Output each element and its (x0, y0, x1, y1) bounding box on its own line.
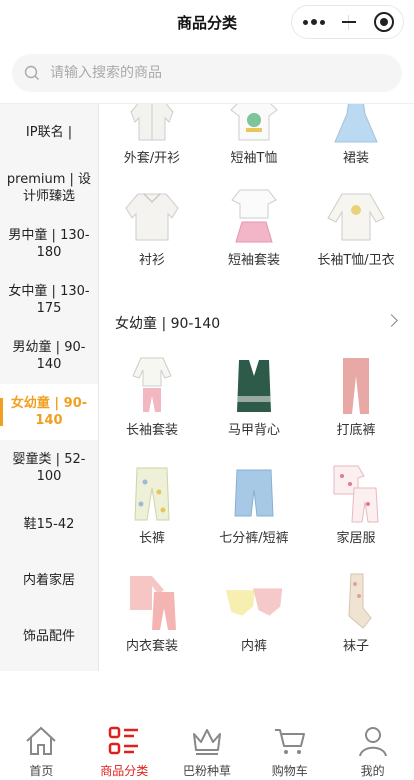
white-tshirt-icon (224, 104, 284, 144)
tab-community[interactable]: 巴粉种草 (166, 718, 249, 780)
subcategory-item[interactable]: 马甲背心 (203, 356, 305, 464)
subcategory-label: 七分裤/短裤 (219, 531, 289, 546)
subcategory-label: 短袖T恤 (230, 151, 278, 166)
subcategory-label: 长裤 (138, 531, 165, 546)
sidebar-item-premium[interactable]: premium | 设计师臻选 (0, 160, 98, 216)
search-input[interactable] (50, 65, 370, 81)
long-sleeve-set-icon (122, 356, 182, 416)
category-icon (107, 724, 141, 758)
category-content: 外套/开衫 短袖T恤 裙装 衬衫 短袖套装 长袖T恤/卫衣 女幼童 | 90-1… (99, 104, 414, 671)
subcategory-label: 内衣套装 (125, 639, 178, 654)
sidebar-item-label: 女幼童 | 90-140 (10, 396, 88, 428)
user-icon (356, 724, 390, 758)
tab-label: 首页 (29, 764, 54, 778)
subcategory-grid: 长袖套装 马甲背心 打底裤 长裤 七分裤/短裤 家居服 内衣套装 内裤 袜子 (99, 356, 414, 671)
tab-category[interactable]: 商品分类 (83, 718, 166, 780)
nav-header: 商品分类 (0, 0, 414, 46)
subcategory-item[interactable]: 衬衫 (101, 186, 203, 290)
green-vest-icon (224, 356, 284, 416)
sidebar-item-shoes[interactable]: 鞋15-42 (0, 496, 98, 552)
pink-leggings-icon (326, 356, 386, 416)
subcategory-item[interactable]: 七分裤/短裤 (203, 464, 305, 572)
sidebar-item-label: IP联名 | (25, 124, 73, 140)
tab-profile[interactable]: 我的 (331, 718, 414, 780)
sidebar-item-boys-young[interactable]: 男幼童 | 90-140 (0, 328, 98, 384)
category-sidebar: IP联名 | premium | 设计师臻选 男中童 | 130-180 女中童… (0, 104, 99, 671)
subcategory-label: 外套/开衫 (123, 151, 181, 166)
search-bar[interactable] (12, 54, 402, 92)
sidebar-item-ip[interactable]: IP联名 | (0, 104, 98, 160)
sidebar-item-label: 女中童 | 130-175 (8, 284, 90, 316)
sidebar-item-boys-mid[interactable]: 男中童 | 130-180 (0, 216, 98, 272)
sidebar-item-label: 饰品配件 (22, 628, 75, 644)
subcategory-label: 家居服 (336, 531, 376, 546)
white-sweatshirt-icon (326, 186, 386, 246)
crown-icon (190, 724, 224, 758)
subcategory-item[interactable]: 外套/开衫 (101, 104, 203, 186)
shirt-skirt-set-icon (224, 186, 284, 246)
subcategory-label: 长袖套装 (125, 423, 178, 438)
subcategory-label: 衬衫 (138, 253, 165, 268)
close-icon[interactable] (374, 12, 394, 32)
pajama-set-icon (326, 464, 386, 524)
subcategory-label: 内裤 (240, 639, 267, 654)
subcategory-item[interactable]: 长袖套装 (101, 356, 203, 464)
app-root: 商品分类 IP联名 | premium | 设计师臻选 男中童 | 130-18… (0, 0, 414, 780)
subcategory-label: 裙装 (342, 151, 369, 166)
beige-socks-icon (326, 572, 386, 632)
subcategory-grid: 外套/开衫 短袖T恤 裙装 衬衫 短袖套装 长袖T恤/卫衣 (99, 104, 414, 290)
subcategory-item[interactable]: 家居服 (305, 464, 407, 572)
sidebar-item-label: 内着家居 (22, 572, 75, 588)
subcategory-item[interactable]: 打底裤 (305, 356, 407, 464)
subcategory-label: 长袖T恤/卫衣 (317, 253, 395, 268)
bottom-tab-bar: 首页 商品分类 巴粉种草 购物车 我的 (0, 718, 414, 780)
subcategory-item[interactable]: 长裤 (101, 464, 203, 572)
yellow-briefs-icon (224, 572, 284, 632)
subcategory-item[interactable]: 裙装 (305, 104, 407, 186)
tab-home[interactable]: 首页 (0, 718, 83, 780)
chevron-right-icon (385, 314, 398, 327)
sidebar-item-underwear-home[interactable]: 内着家居 (0, 552, 98, 608)
subcategory-item[interactable]: 短袖套装 (203, 186, 305, 290)
subcategory-label: 马甲背心 (227, 423, 280, 438)
section-title: 女幼童 | 90-140 (115, 316, 221, 332)
subcategory-label: 袜子 (342, 639, 369, 654)
sidebar-item-accessories[interactable]: 饰品配件 (0, 608, 98, 664)
denim-shorts-icon (224, 464, 284, 524)
sidebar-item-label: 婴童类 | 52-100 (12, 452, 86, 484)
subcategory-item[interactable]: 袜子 (305, 572, 407, 671)
white-jacket-icon (122, 104, 182, 144)
floral-pants-icon (122, 464, 182, 524)
subcategory-item[interactable]: 内裤 (203, 572, 305, 671)
tab-label: 购物车 (271, 764, 308, 778)
subcategory-item[interactable]: 内衣套装 (101, 572, 203, 671)
subcategory-item[interactable]: 长袖T恤/卫衣 (305, 186, 407, 290)
subcategory-label: 打底裤 (336, 423, 376, 438)
white-shirt-icon (122, 186, 182, 246)
tab-cart[interactable]: 购物车 (248, 718, 331, 780)
minimize-icon[interactable] (336, 6, 362, 38)
more-icon[interactable] (292, 6, 336, 38)
mini-program-capsule (291, 5, 404, 39)
sidebar-item-girls-young[interactable]: 女幼童 | 90-140 (0, 384, 98, 440)
sidebar-item-baby[interactable]: 婴童类 | 52-100 (0, 440, 98, 496)
home-icon (24, 724, 58, 758)
sidebar-item-label: 男幼童 | 90-140 (12, 340, 86, 372)
subcategory-label: 短袖套装 (227, 253, 280, 268)
section-header[interactable]: 女幼童 | 90-140 (99, 298, 414, 348)
pink-underwear-set-icon (122, 572, 182, 632)
sidebar-item-label: premium | 设计师臻选 (6, 172, 92, 204)
cart-icon (273, 724, 307, 758)
tab-label: 巴粉种草 (182, 764, 231, 778)
sidebar-item-label: 鞋15-42 (23, 516, 75, 532)
tab-label: 商品分类 (100, 764, 149, 778)
blue-dress-icon (326, 104, 386, 144)
subcategory-item[interactable]: 短袖T恤 (203, 104, 305, 186)
search-icon (24, 65, 39, 80)
sidebar-item-label: 男中童 | 130-180 (8, 228, 90, 260)
tab-label: 我的 (360, 764, 385, 778)
sidebar-item-girls-mid[interactable]: 女中童 | 130-175 (0, 272, 98, 328)
